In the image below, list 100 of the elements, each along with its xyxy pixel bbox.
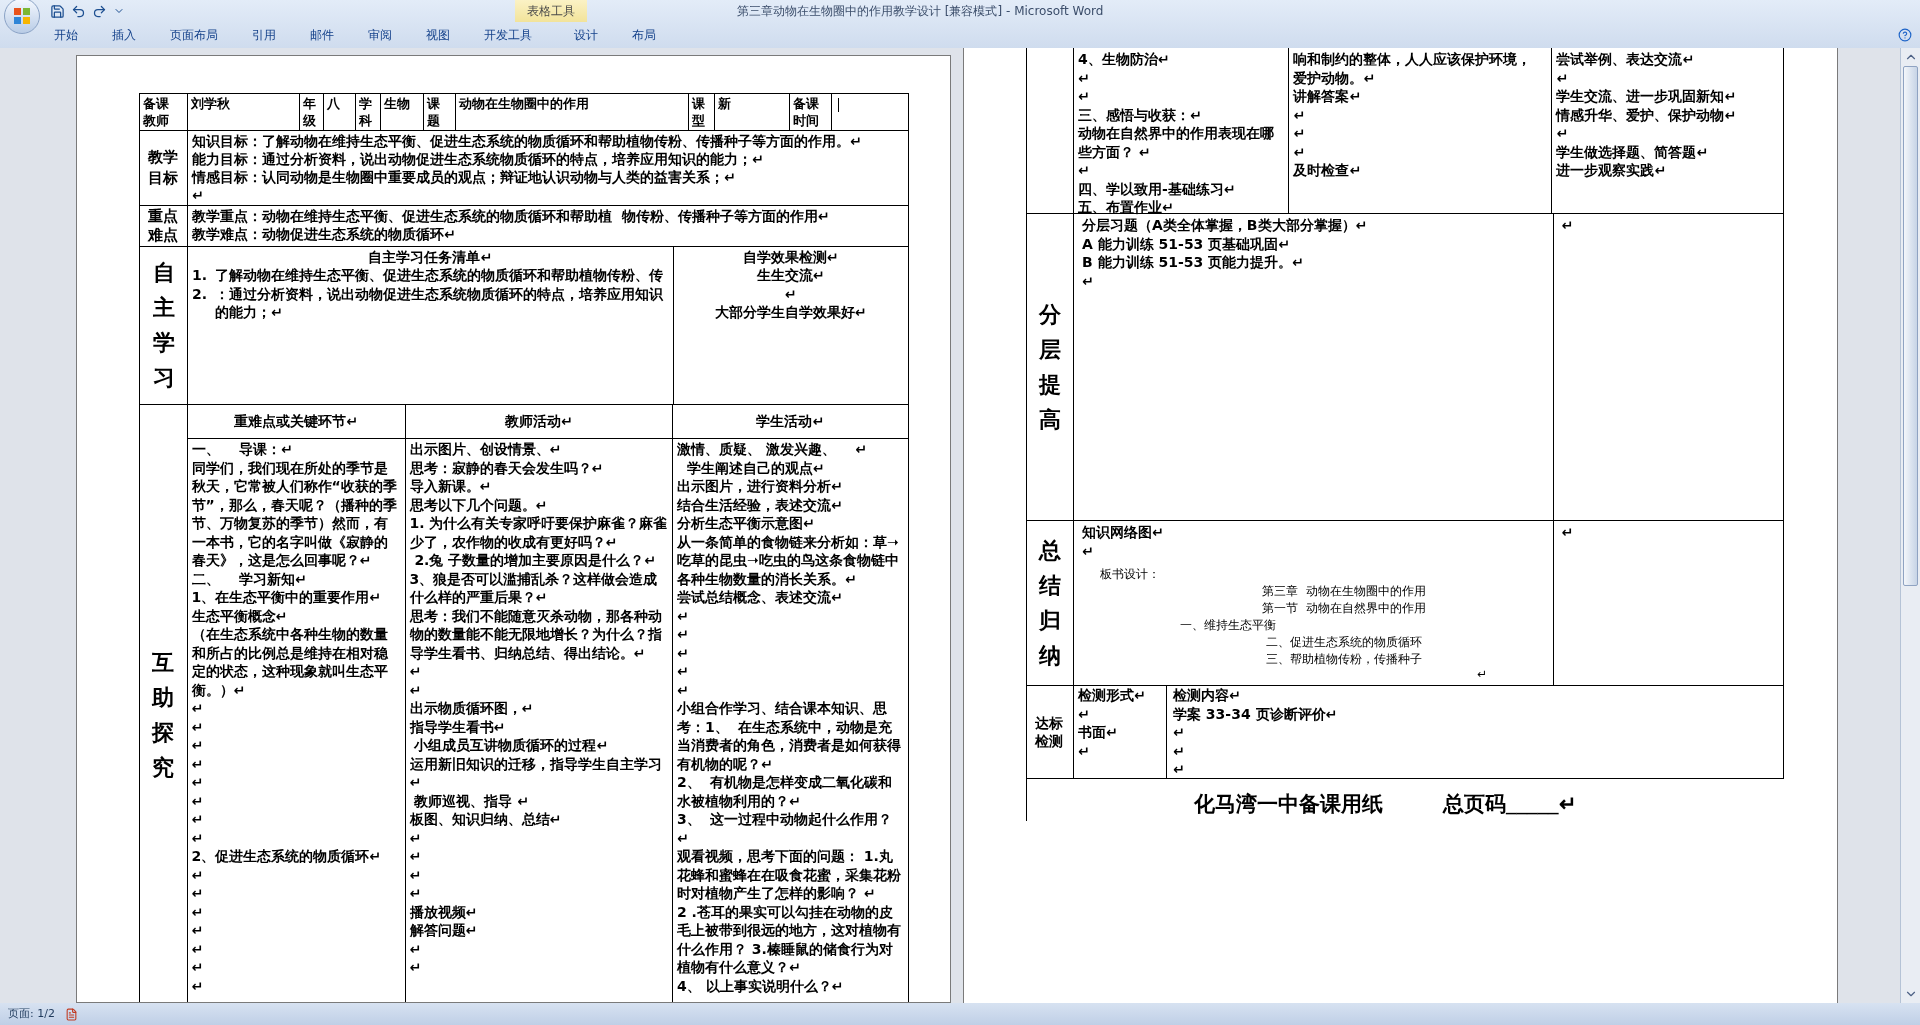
cell-text: 出示图片，进行资料分析↵ [677,477,844,496]
cell-text: 同学们，我们现在所处的季节是秋天，它常被人们称作“收获的季节”，那么，春天呢？（播种的季节、万物复苏的季节）然而，有一本书，它的名字叫做《寂静的春天》，这是怎么回事呢？↵ [191,458,398,570]
office-logo-icon [12,6,32,26]
cell-text: 激情、质疑、 激发兴趣、 ↵ [677,440,869,459]
cell-text: ↵ [677,606,690,625]
cell-text: ↵ [1293,142,1307,161]
row-label: 教学目标 [147,146,179,189]
cell-text: 学案 33-34 页诊断评价↵ [1173,704,1339,723]
cell-text: 4、 以上事实说明什么？↵ [677,976,845,995]
cell-text: ↵ [1293,124,1307,143]
row-label: 重点难点 [147,206,179,245]
ribbon-tab[interactable]: 审阅 [364,26,396,44]
cell-text: 板图、知识归纳、总结↵ [409,810,563,829]
redo-icon[interactable] [92,3,107,19]
ribbon-tab[interactable]: 布局 [628,26,660,44]
save-icon[interactable] [50,3,65,19]
document-icon[interactable] [64,1007,78,1021]
cell-text: ↵ [409,865,423,884]
cell-text: 响和制约的整体，人人应该保护环境， [1293,50,1533,69]
cell-text: 情感升华、爱护、保护动物↵ [1556,105,1738,124]
ribbon-tab[interactable]: 开始 [50,26,82,44]
cell-text: ↵ [677,625,690,644]
footer-text: 化马湾一中备课用纸 [1194,791,1383,818]
cell-text: 思考：寂静的春天会发生吗？↵ [409,458,605,477]
ribbon-tab[interactable]: 设计 [570,26,602,44]
field-label: 备课时间 [792,95,820,129]
cell-text: B 能力训练 51-53 页能力提升。↵ [1082,253,1305,272]
ribbon-tab[interactable]: 页面布局 [166,26,222,44]
cell-text: ↵ [409,662,423,681]
ribbon-tab[interactable]: 插入 [108,26,140,44]
cell-text: 四、学以致用-基础练习↵ [1077,179,1237,198]
cell-text: 进一步观察实践↵ [1556,161,1668,180]
cell-text: 生生交流↵ [755,266,826,285]
vertical-scrollbar[interactable] [1900,48,1920,1003]
cell-text: ↵ [191,976,205,995]
ribbon-tab[interactable]: 开发工具 [480,26,536,44]
cell-text: 2、促进生态系统的物质循环↵ [191,847,382,866]
cell-text: 学生做选择题、简答题↵ [1556,142,1710,161]
office-button[interactable] [4,0,40,34]
field-value: 八 [326,95,341,112]
cell-text: ↵ [1173,723,1186,742]
cell-text: 出示物质循环图，↵ [409,699,535,718]
help-icon[interactable] [1898,28,1912,42]
cell-text: 指导学生看书↵ [409,717,507,736]
field-value: 生物 [383,95,411,112]
footer-text: 总页码_____↵ [1443,791,1577,818]
cell-text: ↵ [409,958,423,977]
cell-text: 大部分学生自学效果好↵ [713,303,868,322]
cell-text: ↵ [677,643,690,662]
cell-text: 出示图片、创设情景、↵ [409,440,563,459]
board-text: ↵ [1476,667,1489,680]
cell-text: 情感目标：认同动物是生物圈中重要成员的观点；辩证地认识动物与人类的益害关系；↵ [192,167,737,186]
cell-text: 4、生物防治↵ [1077,50,1171,69]
cell-text: ↵ [409,939,423,958]
cell-text: 三、感悟与收获：↵ [1077,105,1203,124]
cell-text: ↵ [1556,124,1570,143]
field-label: 课型 [691,95,705,129]
cell-text: ↵ [191,884,205,903]
cell-text: 动物在自然界中的作用表现在哪些方面？ ↵ [1077,124,1275,161]
cell-text: ↵ [409,680,423,699]
page-indicator[interactable]: 页面: 1/2 [8,1005,55,1023]
field-label: 学科 [359,95,372,129]
ribbon-tab[interactable]: 视图 [422,26,454,44]
cell-text: ↵ [1173,741,1186,760]
row-label: 达标检测 [1035,714,1065,750]
cell-text: 教学难点：动物促进生态系统的物质循环↵ [192,225,457,244]
board-text: ↵ [1082,541,1095,560]
cell-text: ↵ [1561,216,1575,235]
cell-text: 结合生活经验，表述交流↵ [677,495,844,514]
cell-text: 学生交流、进一步巩固新知↵ [1556,87,1738,106]
cell-text: 讲解答案↵ [1293,87,1363,106]
row-label: 自主学习 [152,258,175,393]
board-text: 第一节 动物在自然界中的作用 [1261,599,1427,617]
cell-text: ↵ [191,773,205,792]
cell-text: 解答问题↵ [409,921,479,940]
column-header: 教师活动↵ [504,412,573,431]
cell-text: 生态平衡概念↵ [191,606,289,625]
row-label: 分层提高 [1039,300,1061,435]
ribbon-tab[interactable]: 引用 [248,26,280,44]
cell-text: ↵ [1556,68,1570,87]
board-text: 板书设计： [1099,565,1161,583]
cell-text: ↵ [1561,523,1575,542]
cell-text: ↵ [1077,68,1091,87]
cell-text: 从一条简单的食物链来分析如：草➝吃草的昆虫➝吃虫的鸟这条食物链中各种生物数量的消长关系。↵ [677,532,900,588]
cell-text: 尝试举例、表达交流↵ [1556,50,1696,69]
field-value: 新 [717,95,732,112]
cell-text: 二、 学习新知↵ [191,569,308,588]
board-text: 一、维持生态平衡 [1179,616,1277,634]
cell-text: 1. 为什么有关专家呼吁要保护麻雀？麻雀少了，农作物的收成有更好吗？↵ [409,514,668,551]
cell-text: 及时检查↵ [1293,161,1363,180]
cell-text: 检测形式↵ [1078,686,1147,705]
board-text: 三、帮助植物传粉，传播种子 [1265,650,1423,668]
scrollbar-thumb[interactable] [1903,66,1918,586]
cell-text: 2.兔 子数量的增加主要原因是什么？↵ [413,551,658,570]
ribbon-tab[interactable]: 邮件 [306,26,338,44]
task-text: 了解动物在维持生态平衡、促进生态系统的物质循环和帮助植物传粉、传 [215,266,664,285]
cell-text: ↵ [1078,741,1091,760]
undo-icon[interactable] [71,3,86,19]
cell-text: 自学效果检测↵ [741,247,840,266]
cell-text: 分层习题（A类全体掌握，B类大部分掌握）↵ [1082,216,1369,235]
